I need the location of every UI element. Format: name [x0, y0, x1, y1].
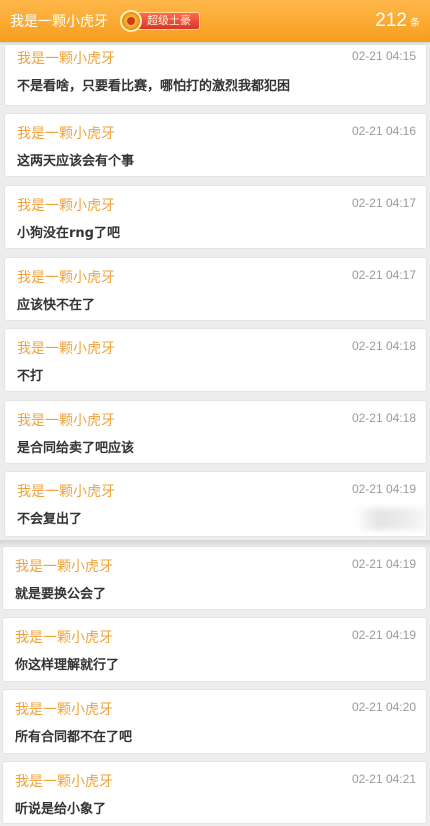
message-text: 不会复出了 [17, 512, 83, 527]
message-time: 02-21 04:21 [351, 772, 416, 786]
message-sender[interactable]: 我是一颗小虎牙 [17, 195, 115, 215]
message-time: 02-21 04:17 [351, 196, 416, 210]
message-time: 02-21 04:19 [351, 482, 416, 496]
message-card[interactable]: 我是一颗小虎牙 02-21 04:18 是合同给卖了吧应该 [4, 400, 427, 464]
message-card[interactable]: 我是一颗小虎牙 02-21 04:17 小狗没在rng了吧 [4, 185, 427, 249]
message-sender[interactable]: 我是一颗小虎牙 [17, 267, 115, 287]
message-count-unit: 条 [410, 18, 420, 29]
message-text: 这两天应该会有个事 [17, 154, 135, 169]
blurred-region [358, 508, 428, 530]
message-card[interactable]: 我是一颗小虎牙 02-21 04:19 就是要换公会了 [2, 546, 427, 610]
message-card[interactable]: 我是一颗小虎牙 02-21 04:17 应该快不在了 [4, 257, 427, 321]
message-sender[interactable]: 我是一颗小虎牙 [17, 481, 115, 501]
message-text: 所有合同都不在了吧 [15, 730, 133, 745]
chat-history-page: 我是一颗小虎牙 超级土豪 212 条 我是一颗小虎牙 02-21 04:15 不… [0, 0, 430, 826]
badge-label: 超级土豪 [136, 12, 200, 30]
message-card[interactable]: 我是一颗小虎牙 02-21 04:16 这两天应该会有个事 [4, 113, 427, 177]
medal-icon [120, 10, 142, 32]
header-bar: 我是一颗小虎牙 超级土豪 212 条 [0, 0, 430, 42]
message-sender[interactable]: 我是一颗小虎牙 [15, 627, 113, 647]
message-text: 不打 [17, 369, 44, 384]
message-card[interactable]: 我是一颗小虎牙 02-21 04:19 你这样理解就行了 [2, 617, 427, 682]
message-count: 212 条 [375, 10, 420, 32]
message-text: 不是看啥，只要看比赛，哪怕打的激烈我都犯困 [17, 79, 291, 94]
message-card[interactable]: 我是一颗小虎牙 02-21 04:20 所有合同都不在了吧 [2, 689, 427, 754]
message-time: 02-21 04:18 [351, 339, 416, 353]
message-sender[interactable]: 我是一颗小虎牙 [17, 338, 115, 358]
message-text: 应该快不在了 [17, 298, 96, 313]
message-time: 02-21 04:18 [351, 411, 416, 425]
message-sender[interactable]: 我是一颗小虎牙 [15, 556, 113, 576]
message-sender[interactable]: 我是一颗小虎牙 [15, 699, 113, 719]
message-time: 02-21 04:20 [351, 700, 416, 714]
message-sender[interactable]: 我是一颗小虎牙 [17, 48, 115, 68]
message-sender[interactable]: 我是一颗小虎牙 [17, 410, 115, 430]
message-text: 就是要换公会了 [15, 587, 107, 602]
message-time: 02-21 04:15 [351, 49, 416, 63]
message-count-number: 212 [375, 10, 407, 31]
message-card[interactable]: 我是一颗小虎牙 02-21 04:15 不是看啥，只要看比赛，哪怕打的激烈我都犯… [4, 44, 427, 106]
message-card[interactable]: 我是一颗小虎牙 02-21 04:21 听说是给小象了 [2, 761, 427, 824]
header-username[interactable]: 我是一颗小虎牙 [10, 11, 108, 31]
message-time: 02-21 04:19 [351, 628, 416, 642]
message-text: 你这样理解就行了 [15, 658, 120, 673]
noble-badge: 超级土豪 [120, 10, 200, 32]
message-text: 小狗没在rng了吧 [17, 226, 120, 241]
message-sender[interactable]: 我是一颗小虎牙 [17, 123, 115, 143]
message-text: 是合同给卖了吧应该 [17, 441, 135, 456]
message-time: 02-21 04:19 [351, 557, 416, 571]
message-sender[interactable]: 我是一颗小虎牙 [15, 771, 113, 791]
message-time: 02-21 04:16 [351, 124, 416, 138]
message-card[interactable]: 我是一颗小虎牙 02-21 04:18 不打 [4, 328, 427, 392]
message-text: 听说是给小象了 [15, 802, 107, 817]
message-time: 02-21 04:17 [351, 268, 416, 282]
